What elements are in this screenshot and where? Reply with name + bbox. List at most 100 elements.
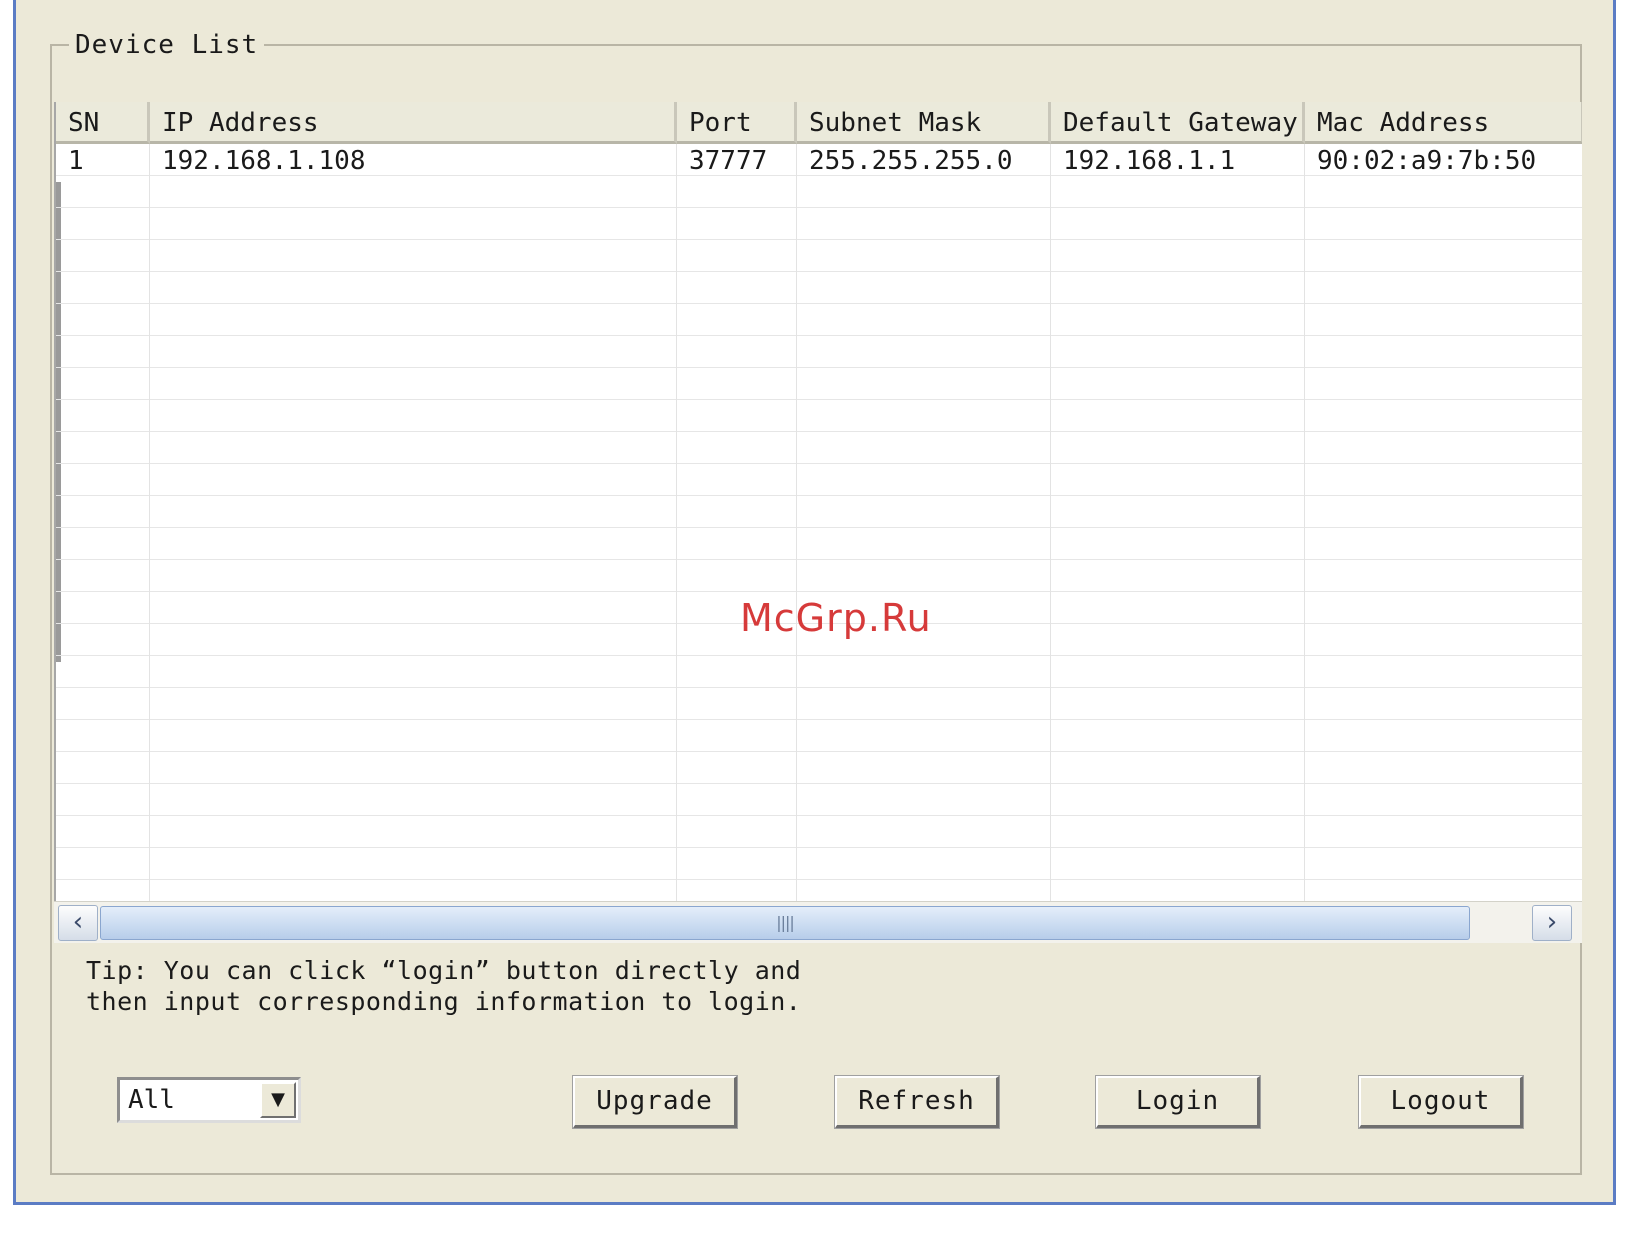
cell-ip-address bbox=[150, 624, 677, 656]
scrollbar-thumb[interactable]: |||| bbox=[100, 906, 1470, 940]
cell-sn bbox=[56, 176, 150, 208]
cell-default-gateway bbox=[1051, 720, 1305, 752]
cell-sn bbox=[56, 304, 150, 336]
table-header: SN IP Address Port Subnet Mask Default G… bbox=[56, 102, 1582, 144]
cell-default-gateway bbox=[1051, 464, 1305, 496]
cell-mac-address bbox=[1305, 688, 1582, 720]
cell-subnet-mask bbox=[797, 208, 1051, 240]
cell-sn bbox=[56, 688, 150, 720]
cell-subnet-mask bbox=[797, 272, 1051, 304]
cell-subnet-mask bbox=[797, 432, 1051, 464]
empty-table-row bbox=[56, 688, 1582, 720]
cell-mac-address bbox=[1305, 240, 1582, 272]
cell-port bbox=[677, 752, 797, 784]
cell-mac-address bbox=[1305, 752, 1582, 784]
cell-port bbox=[677, 848, 797, 880]
cell-ip-address bbox=[150, 816, 677, 848]
cell-subnet-mask bbox=[797, 528, 1051, 560]
cell-ip-address bbox=[150, 304, 677, 336]
dropdown-arrow-icon[interactable]: ▼ bbox=[260, 1082, 296, 1118]
cell-default-gateway bbox=[1051, 592, 1305, 624]
cell-subnet-mask bbox=[797, 656, 1051, 688]
horizontal-scrollbar[interactable]: ‹ |||| › bbox=[54, 901, 1582, 943]
cell-mac-address bbox=[1305, 208, 1582, 240]
upgrade-button[interactable]: Upgrade bbox=[572, 1075, 738, 1129]
column-header-port[interactable]: Port bbox=[677, 102, 797, 144]
cell-ip-address bbox=[150, 240, 677, 272]
cell-port bbox=[677, 400, 797, 432]
tip-line-1: Tip: You can click “login” button direct… bbox=[86, 956, 802, 985]
empty-table-row bbox=[56, 336, 1582, 368]
cell-ip-address bbox=[150, 368, 677, 400]
cell-ip-address bbox=[150, 176, 677, 208]
cell-default-gateway bbox=[1051, 560, 1305, 592]
empty-table-row bbox=[56, 528, 1582, 560]
column-header-subnet-mask[interactable]: Subnet Mask bbox=[797, 102, 1051, 144]
cell-mac-address bbox=[1305, 816, 1582, 848]
cell-mac-address bbox=[1305, 368, 1582, 400]
cell-default-gateway bbox=[1051, 656, 1305, 688]
cell-default-gateway bbox=[1051, 400, 1305, 432]
cell-port bbox=[677, 208, 797, 240]
cell-sn bbox=[56, 624, 150, 656]
cell-subnet-mask bbox=[797, 240, 1051, 272]
empty-table-row bbox=[56, 400, 1582, 432]
cell-ip-address bbox=[150, 496, 677, 528]
cell-mac-address bbox=[1305, 496, 1582, 528]
cell-default-gateway bbox=[1051, 432, 1305, 464]
login-button[interactable]: Login bbox=[1095, 1075, 1261, 1129]
cell-port bbox=[677, 816, 797, 848]
cell-sn bbox=[56, 784, 150, 816]
tip-line-2: then input corresponding information to … bbox=[86, 987, 802, 1016]
cell-ip-address: 192.168.1.108 bbox=[150, 144, 677, 176]
cell-sn bbox=[56, 592, 150, 624]
cell-default-gateway bbox=[1051, 848, 1305, 880]
column-header-default-gateway[interactable]: Default Gateway bbox=[1051, 102, 1305, 144]
cell-mac-address: 90:02:a9:7b:50 bbox=[1305, 144, 1582, 176]
cell-default-gateway bbox=[1051, 688, 1305, 720]
device-filter-select[interactable]: All ▼ bbox=[117, 1077, 301, 1123]
cell-sn bbox=[56, 272, 150, 304]
logout-button[interactable]: Logout bbox=[1358, 1075, 1524, 1129]
cell-port bbox=[677, 464, 797, 496]
cell-default-gateway bbox=[1051, 208, 1305, 240]
column-header-mac-address[interactable]: Mac Address bbox=[1305, 102, 1582, 144]
cell-subnet-mask: 255.255.255.0 bbox=[797, 144, 1051, 176]
cell-port bbox=[677, 304, 797, 336]
watermark: McGrp.Ru bbox=[740, 596, 932, 640]
cell-port bbox=[677, 688, 797, 720]
empty-table-row bbox=[56, 240, 1582, 272]
cell-default-gateway: 192.168.1.1 bbox=[1051, 144, 1305, 176]
empty-table-row bbox=[56, 304, 1582, 336]
cell-subnet-mask bbox=[797, 816, 1051, 848]
cell-subnet-mask bbox=[797, 688, 1051, 720]
cell-sn bbox=[56, 336, 150, 368]
chevron-left-icon[interactable]: ‹ bbox=[58, 905, 98, 941]
cell-sn bbox=[56, 816, 150, 848]
table-row[interactable]: 1 192.168.1.108 37777 255.255.255.0 192.168.… bbox=[56, 144, 1582, 176]
cell-sn bbox=[56, 496, 150, 528]
cell-ip-address bbox=[150, 528, 677, 560]
refresh-button[interactable]: Refresh bbox=[834, 1075, 1000, 1129]
cell-sn bbox=[56, 400, 150, 432]
cell-default-gateway bbox=[1051, 240, 1305, 272]
cell-sn bbox=[56, 368, 150, 400]
cell-subnet-mask bbox=[797, 304, 1051, 336]
cell-port bbox=[677, 528, 797, 560]
empty-table-row bbox=[56, 464, 1582, 496]
empty-table-row bbox=[56, 432, 1582, 464]
empty-table-row bbox=[56, 848, 1582, 880]
column-header-sn[interactable]: SN bbox=[56, 102, 150, 144]
device-table[interactable]: SN IP Address Port Subnet Mask Default G… bbox=[54, 102, 1582, 943]
cell-subnet-mask bbox=[797, 848, 1051, 880]
cell-port bbox=[677, 368, 797, 400]
chevron-right-icon[interactable]: › bbox=[1532, 905, 1572, 941]
cell-port bbox=[677, 560, 797, 592]
cell-default-gateway bbox=[1051, 336, 1305, 368]
cell-subnet-mask bbox=[797, 752, 1051, 784]
cell-default-gateway bbox=[1051, 176, 1305, 208]
cell-mac-address bbox=[1305, 656, 1582, 688]
cell-port bbox=[677, 336, 797, 368]
column-header-ip-address[interactable]: IP Address bbox=[150, 102, 677, 144]
cell-ip-address bbox=[150, 784, 677, 816]
